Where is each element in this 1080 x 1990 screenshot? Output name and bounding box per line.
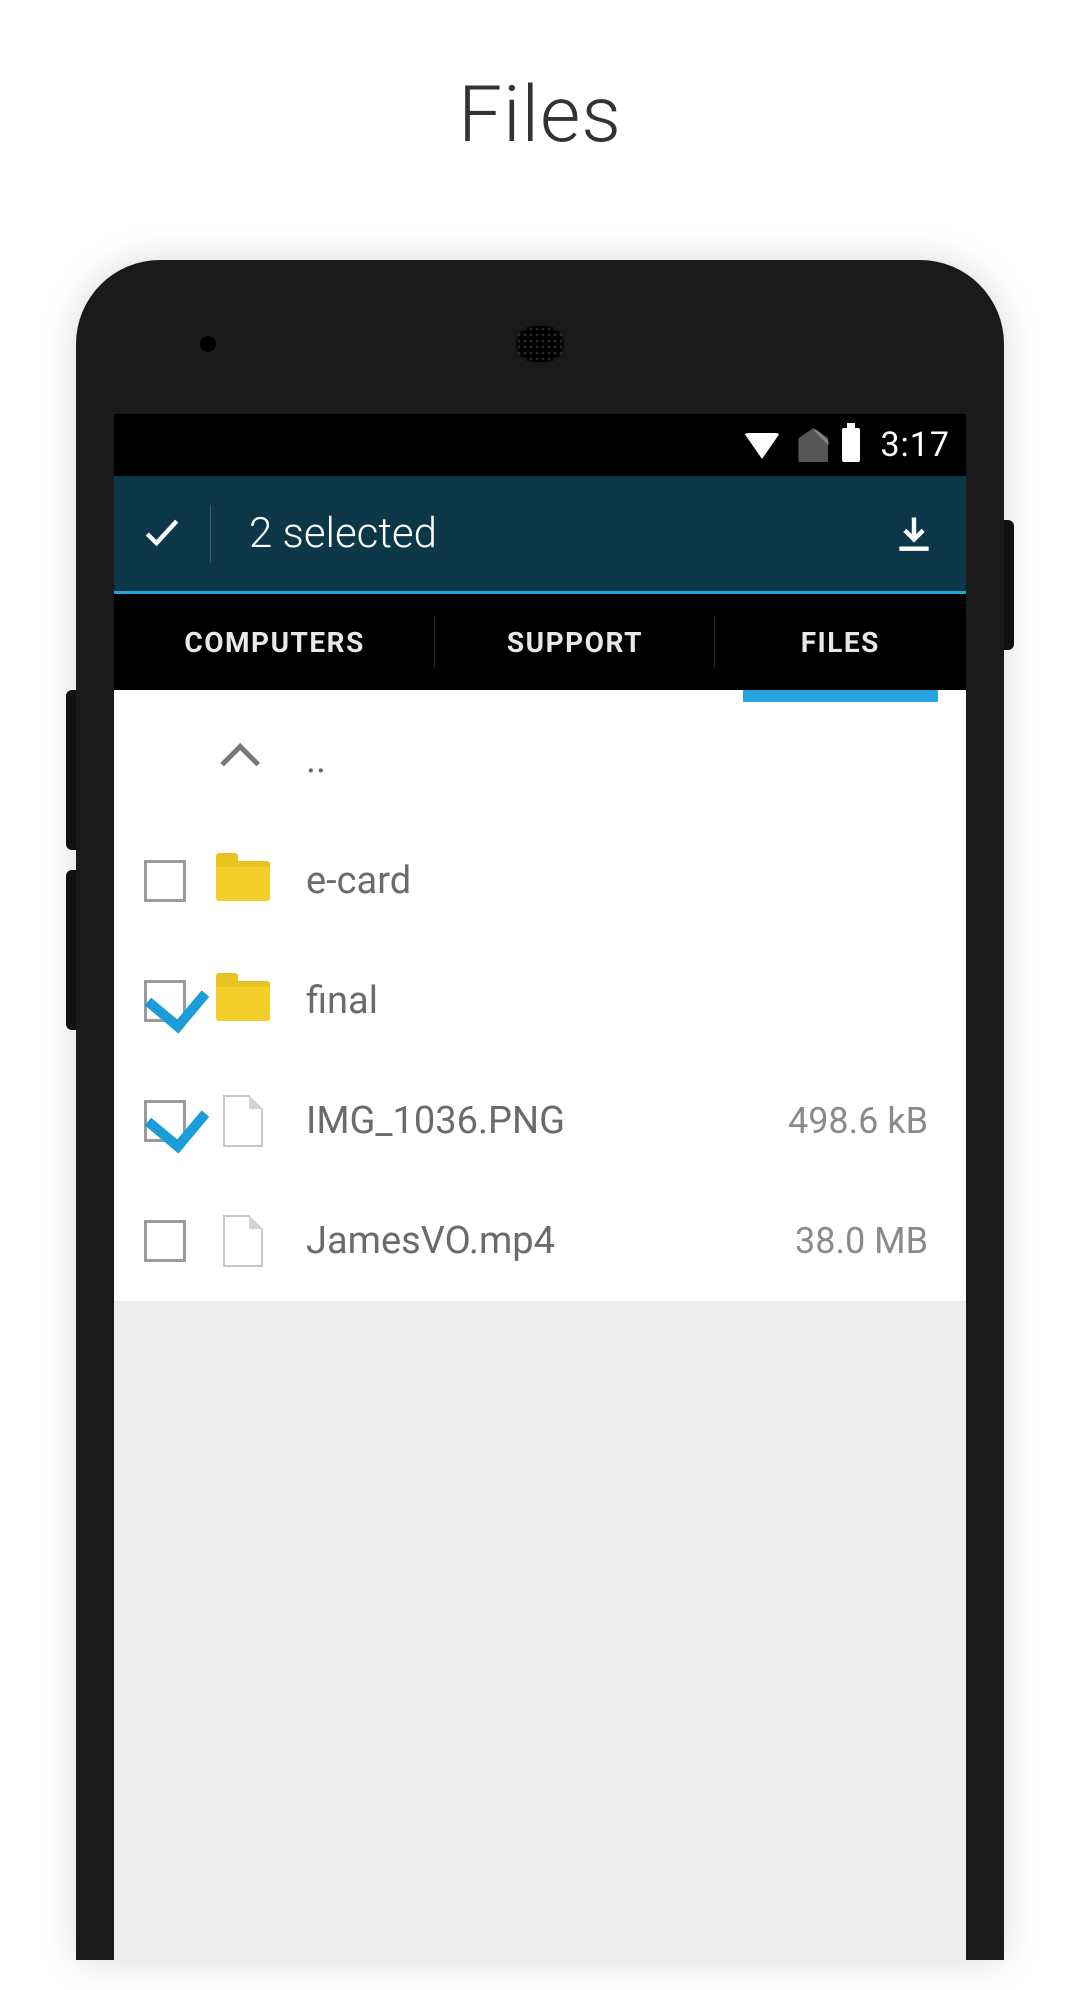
tab-label: SUPPORT	[507, 626, 643, 659]
tab-files[interactable]: FILES	[715, 594, 966, 690]
parent-dir-label: ..	[306, 738, 936, 782]
list-item[interactable]: e-card	[114, 821, 966, 941]
phone-frame: 3:17 2 selected COMPUTERS SUPPORT	[76, 260, 1004, 1960]
item-name: JamesVO.mp4	[306, 1219, 795, 1263]
folder-icon	[214, 852, 272, 910]
phone-volume-up	[66, 690, 76, 850]
item-size: 38.0 MB	[795, 1220, 936, 1262]
tab-label: FILES	[801, 626, 880, 659]
phone-volume-down	[66, 870, 76, 1030]
page-title: Files	[0, 70, 1080, 161]
tab-support[interactable]: SUPPORT	[435, 594, 714, 690]
file-icon	[214, 1092, 272, 1150]
tab-bar: COMPUTERS SUPPORT FILES	[114, 594, 966, 690]
list-item[interactable]: IMG_1036.PNG 498.6 kB	[114, 1061, 966, 1181]
checkbox[interactable]	[144, 860, 186, 902]
wifi-icon	[744, 425, 784, 465]
chevron-up-icon	[214, 731, 272, 789]
phone-power-button	[1004, 520, 1014, 650]
item-name: IMG_1036.PNG	[306, 1099, 788, 1143]
checkbox[interactable]	[144, 1220, 186, 1262]
status-bar: 3:17	[114, 414, 966, 476]
check-icon	[140, 512, 184, 556]
checkbox[interactable]	[144, 980, 186, 1022]
done-button[interactable]	[114, 476, 210, 591]
no-sim-icon	[798, 428, 828, 462]
parent-dir-row[interactable]: ..	[114, 700, 966, 820]
battery-icon	[842, 428, 860, 462]
selection-count-label: 2 selected	[211, 509, 862, 558]
tab-computers[interactable]: COMPUTERS	[114, 594, 435, 690]
tab-label: COMPUTERS	[184, 626, 364, 659]
status-clock: 3:17	[880, 425, 950, 465]
download-icon	[892, 512, 936, 556]
item-name: e-card	[306, 859, 928, 903]
item-name: final	[306, 979, 928, 1023]
list-item[interactable]: JamesVO.mp4 38.0 MB	[114, 1181, 966, 1301]
download-button[interactable]	[862, 476, 966, 591]
folder-icon	[214, 972, 272, 1030]
checkbox[interactable]	[144, 1100, 186, 1142]
file-icon	[214, 1212, 272, 1270]
screen: 3:17 2 selected COMPUTERS SUPPORT	[114, 414, 966, 1960]
list-item[interactable]: final	[114, 941, 966, 1061]
action-bar: 2 selected	[114, 476, 966, 594]
phone-speaker	[516, 326, 564, 362]
item-size: 498.6 kB	[788, 1100, 936, 1142]
file-list: .. e-card final IMG_1036.PNG	[114, 690, 966, 1301]
